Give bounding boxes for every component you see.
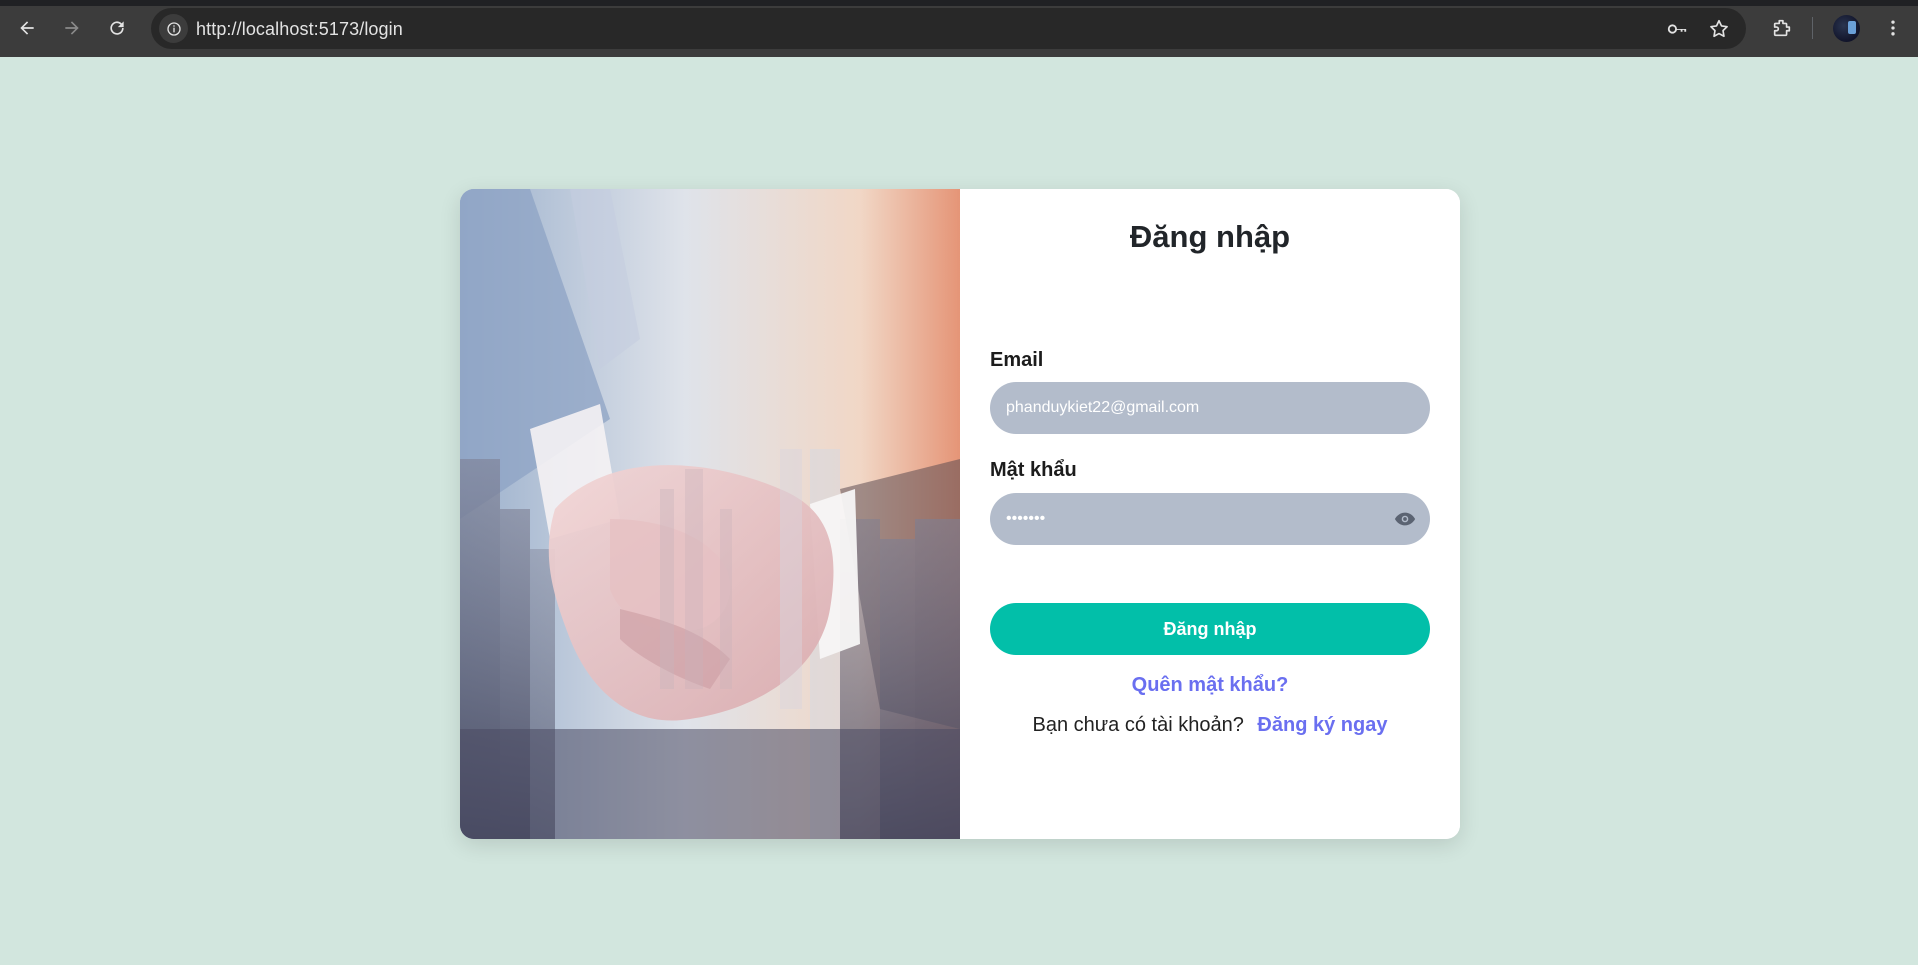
login-submit-button[interactable]: Đăng nhập [990, 603, 1430, 655]
browser-menu-button[interactable] [1878, 13, 1908, 43]
signup-prompt: Bạn chưa có tài khoản? Đăng ký ngay [960, 714, 1460, 737]
extensions-icon [1773, 19, 1791, 37]
password-key-button[interactable] [1666, 18, 1688, 40]
show-password-button[interactable] [1394, 509, 1416, 529]
key-icon [1667, 24, 1687, 34]
reload-icon [110, 21, 124, 35]
star-icon [1710, 19, 1728, 38]
avatar[interactable] [1833, 15, 1860, 42]
tab-strip [0, 0, 1918, 6]
login-card: Đăng nhập Email phanduykiet22@gmail.com … [460, 189, 1460, 839]
browser-toolbar: http://localhost:5173/login [0, 0, 1918, 57]
signup-link[interactable]: Đăng ký ngay [1257, 714, 1387, 736]
page-title: Đăng nhập [1129, 219, 1291, 254]
site-info-button[interactable] [159, 14, 188, 43]
password-label: Mật khẩu [990, 459, 1077, 481]
url-text[interactable]: http://localhost:5173/login [196, 19, 403, 40]
handshake-city-illustration [460, 189, 960, 839]
password-value: ••••••• [1006, 510, 1046, 527]
toolbar-divider [1812, 17, 1813, 39]
bookmark-button[interactable] [1708, 18, 1730, 40]
login-form: Đăng nhập Email phanduykiet22@gmail.com … [960, 189, 1460, 839]
email-field[interactable]: phanduykiet22@gmail.com [990, 382, 1430, 434]
back-button[interactable] [12, 13, 42, 43]
email-value: phanduykiet22@gmail.com [1006, 399, 1200, 416]
eye-icon [1394, 512, 1416, 526]
forward-button[interactable] [57, 13, 87, 43]
address-bar[interactable]: http://localhost:5173/login [151, 8, 1746, 49]
email-label: Email [990, 349, 1044, 371]
info-icon [166, 21, 181, 36]
back-arrow-icon [20, 21, 34, 35]
forward-arrow-icon [65, 21, 79, 35]
reload-button[interactable] [102, 13, 132, 43]
kebab-menu-icon [1891, 20, 1895, 36]
extensions-button[interactable] [1767, 13, 1797, 43]
forgot-password-link[interactable]: Quên mật khẩu? [960, 674, 1460, 697]
handshake-hero-image [460, 189, 960, 839]
no-account-text: Bạn chưa có tài khoản? [1032, 714, 1244, 736]
password-field[interactable]: ••••••• [990, 493, 1430, 545]
